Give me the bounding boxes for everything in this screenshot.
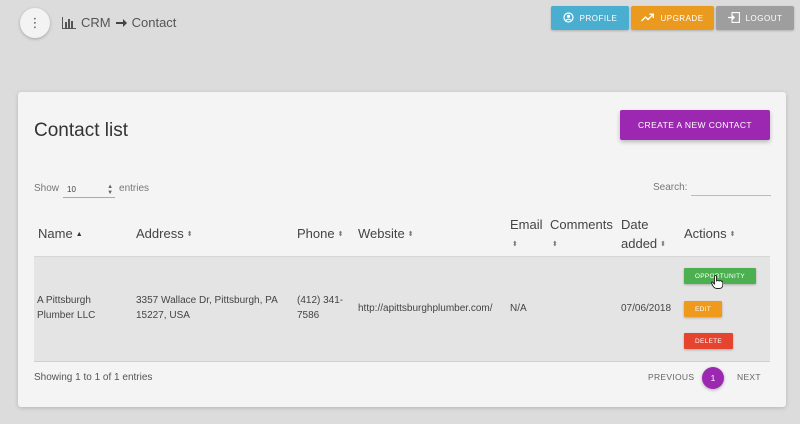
search-input[interactable]: [691, 178, 772, 196]
profile-label: PROFILE: [579, 13, 618, 23]
select-arrows-icon: ▲ ▼: [107, 183, 114, 196]
column-label-email: Email: [510, 217, 543, 232]
column-label-phone: Phone: [297, 226, 335, 241]
user-circle-icon: [563, 11, 574, 25]
column-header-website[interactable]: Website ⬍: [358, 224, 414, 244]
bar-chart-icon: [62, 16, 76, 29]
cell-address: 3357 Wallace Dr, Pittsburgh, PA 15227, U…: [136, 295, 278, 321]
column-header-name[interactable]: Name ▲: [38, 224, 83, 244]
column-label-comments: Comments: [550, 217, 613, 232]
column-label-name: Name: [38, 226, 73, 241]
cell-email: N/A: [510, 303, 527, 314]
sort-icon: ⬍: [407, 231, 414, 239]
create-contact-button[interactable]: CREATE A NEW CONTACT: [620, 110, 770, 140]
next-page-button[interactable]: NEXT: [737, 372, 761, 382]
sort-icon: ⬍: [660, 241, 667, 249]
logout-label: LOGOUT: [745, 13, 783, 23]
entries-label: entries: [119, 182, 150, 194]
profile-button[interactable]: PROFILE: [551, 6, 629, 30]
cell-name: A Pittsburgh Plumber LLC: [37, 295, 96, 321]
sort-asc-icon: ▲: [75, 231, 83, 239]
upgrade-label: UPGRADE: [660, 13, 704, 23]
column-header-date-added[interactable]: Date added ⬍: [621, 215, 673, 254]
delete-button[interactable]: DELETE: [684, 333, 733, 349]
arrow-right-icon: [115, 18, 127, 28]
sort-icon: ⬍: [552, 241, 558, 249]
page-number-button[interactable]: 1: [702, 367, 724, 389]
contact-list-card: Contact list CREATE A NEW CONTACT Show 1…: [18, 92, 786, 407]
edit-button[interactable]: EDIT: [684, 301, 722, 317]
table-info: Showing 1 to 1 of 1 entries: [34, 372, 153, 383]
breadcrumb: CRM Contact: [62, 15, 176, 30]
page-size-control: Show 10 ▲ ▼ entries: [34, 178, 149, 198]
column-header-actions[interactable]: Actions ⬍: [684, 224, 736, 244]
column-header-comments[interactable]: Comments ⬍: [550, 215, 620, 254]
page-title: Contact list: [34, 120, 128, 141]
more-vert-icon: ⋮: [28, 15, 42, 30]
hand-cursor-icon: [711, 275, 724, 294]
page-size-value: 10: [67, 185, 76, 194]
column-label-address: Address: [136, 226, 184, 241]
upgrade-button[interactable]: UPGRADE: [631, 6, 714, 30]
sort-icon: ⬍: [186, 231, 193, 239]
column-label-actions: Actions: [684, 226, 727, 241]
cell-phone: (412) 341-7586: [297, 295, 344, 321]
previous-page-button[interactable]: PREVIOUS: [648, 372, 694, 382]
page-size-select[interactable]: 10 ▲ ▼: [63, 182, 116, 198]
column-header-phone[interactable]: Phone ⬍: [297, 224, 343, 244]
table-bottom-divider: [34, 361, 770, 362]
column-label-date-added: Date added: [621, 217, 658, 251]
top-button-group: PROFILE UPGRADE LOGOUT: [551, 6, 794, 30]
breadcrumb-root[interactable]: CRM: [81, 15, 111, 30]
menu-button[interactable]: ⋮: [20, 8, 50, 38]
column-header-address[interactable]: Address ⬍: [136, 224, 193, 244]
cell-website[interactable]: http://apittsburghplumber.com/: [358, 301, 493, 316]
sort-icon: ⬍: [512, 241, 518, 249]
logout-icon: [727, 11, 740, 25]
sort-icon: ⬍: [729, 231, 736, 239]
trending-up-icon: [641, 13, 655, 24]
breadcrumb-current: Contact: [131, 15, 177, 30]
search-label: Search:: [653, 181, 688, 193]
logout-button[interactable]: LOGOUT: [716, 6, 794, 30]
cell-date-added: 07/06/2018: [621, 303, 672, 314]
search-control: Search:: [653, 178, 772, 196]
sort-icon: ⬍: [337, 231, 344, 239]
column-label-website: Website: [358, 226, 405, 241]
show-label: Show: [34, 182, 60, 194]
column-header-email[interactable]: Email ⬍: [510, 215, 544, 254]
